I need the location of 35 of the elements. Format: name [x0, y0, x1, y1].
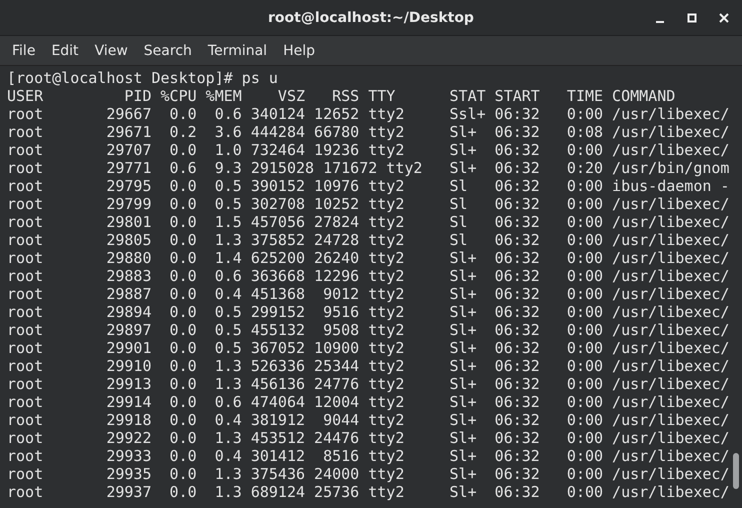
menu-item[interactable]: Edit: [43, 42, 87, 58]
terminal-line: root 29914 0.0 0.6 474064 12004 tty2 Sl+ 06:32 0:00 /usr/libexec/: [7, 393, 730, 411]
terminal-line: root 29901 0.0 0.5 367052 10900 tty2 Sl+ 06:32 0:00 /usr/libexec/: [7, 339, 730, 357]
terminal-line: root 29937 0.0 1.3 689124 25736 tty2 Sl+ 06:32 0:00 /usr/libexec/: [7, 483, 730, 501]
terminal-line: root 29894 0.0 0.5 299152 9516 tty2 Sl+ 06:32 0:00 /usr/libexec/: [7, 303, 730, 321]
maximize-icon: [687, 13, 697, 23]
terminal-line: [root@localhost Desktop]# ps u: [7, 69, 278, 87]
terminal-line: root 29913 0.0 1.3 456136 24776 tty2 Sl+ 06:32 0:00 /usr/libexec/: [7, 375, 730, 393]
terminal-line: root 29801 0.0 1.5 457056 27824 tty2 Sl 06:32 0:00 /usr/libexec/: [7, 213, 730, 231]
minimize-icon: [656, 20, 664, 22]
menu-item[interactable]: File: [4, 42, 44, 58]
terminal-line: USER PID %CPU %MEM VSZ RSS TTY STAT START TIME COMMAND: [7, 87, 676, 105]
menu-item[interactable]: View: [86, 42, 136, 58]
terminal-line: root 29667 0.0 0.6 340124 12652 tty2 Ssl+ 06:32 0:00 /usr/libexec/: [7, 105, 730, 123]
terminal-line: root 29799 0.0 0.5 302708 10252 tty2 Sl 06:32 0:00 /usr/libexec/: [7, 195, 730, 213]
terminal-line: root 29897 0.0 0.5 455132 9508 tty2 Sl+ 06:32 0:00 /usr/libexec/: [7, 321, 730, 339]
window-title: root@localhost:~/Desktop: [268, 10, 474, 26]
terminal-line: root 29887 0.0 0.4 451368 9012 tty2 Sl+ 06:32 0:00 /usr/libexec/: [7, 285, 730, 303]
terminal-line: root 29805 0.0 1.3 375852 24728 tty2 Sl 06:32 0:00 /usr/libexec/: [7, 231, 730, 249]
close-icon: [719, 13, 729, 23]
menu-item[interactable]: Terminal: [200, 42, 276, 58]
terminal-line: root 29935 0.0 1.3 375436 24000 tty2 Sl+ 06:32 0:00 /usr/libexec/: [7, 465, 730, 483]
scrollbar-thumb[interactable]: [733, 453, 739, 489]
terminal-line: root 29918 0.0 0.4 381912 9044 tty2 Sl+ 06:32 0:00 /usr/libexec/: [7, 411, 730, 429]
menu-item[interactable]: Help: [275, 42, 323, 58]
terminal-line: root 29922 0.0 1.3 453512 24476 tty2 Sl+ 06:32 0:00 /usr/libexec/: [7, 429, 730, 447]
terminal-line: root 29880 0.0 1.4 625200 26240 tty2 Sl+ 06:32 0:00 /usr/libexec/: [7, 249, 730, 267]
terminal-line: root 29671 0.2 3.6 444284 66780 tty2 Sl+ 06:32 0:08 /usr/libexec/: [7, 123, 730, 141]
menu-item[interactable]: Search: [136, 42, 200, 58]
terminal-line: root 29707 0.0 1.0 732464 19236 tty2 Sl+ 06:32 0:00 /usr/libexec/: [7, 141, 730, 159]
terminal-line: root 29795 0.0 0.5 390152 10976 tty2 Sl 06:32 0:00 ibus-daemon -: [7, 177, 730, 195]
terminal-line: root 29771 0.6 9.3 2915028 171672 tty2 Sl+ 06:32 0:20 /usr/bin/gnom: [7, 159, 730, 177]
terminal-line: root 29910 0.0 1.3 526336 25344 tty2 Sl+ 06:32 0:00 /usr/libexec/: [7, 357, 730, 375]
terminal-line: root 29933 0.0 0.4 301412 8516 tty2 Sl+ 06:32 0:00 /usr/libexec/: [7, 447, 730, 465]
terminal-line: root 29883 0.0 0.6 363668 12296 tty2 Sl+ 06:32 0:00 /usr/libexec/: [7, 267, 730, 285]
